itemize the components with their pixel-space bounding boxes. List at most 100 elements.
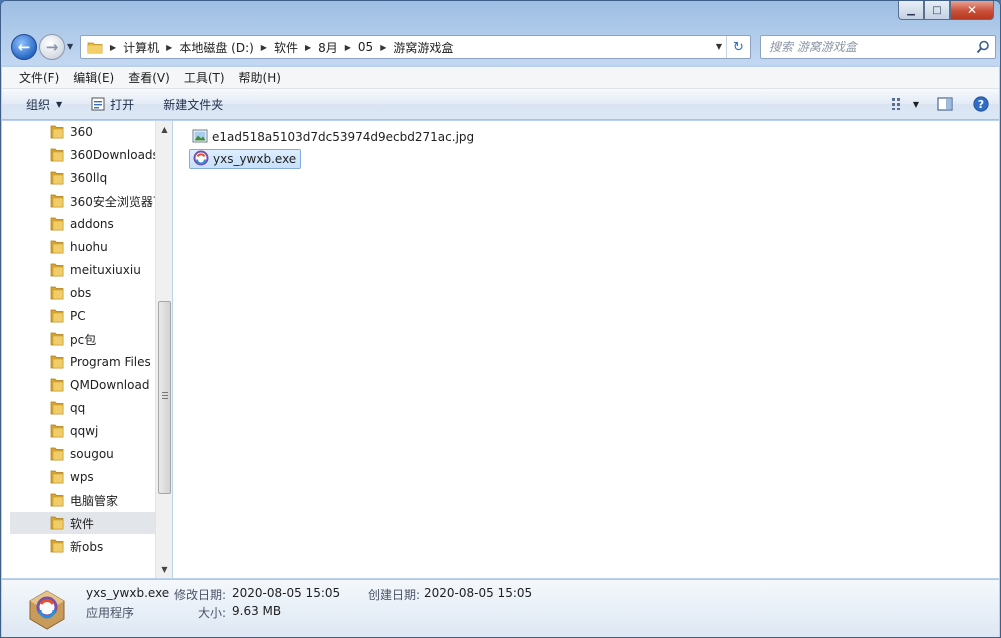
open-label: 打开 (110, 97, 135, 112)
detail-size-label: 大小: (198, 606, 227, 620)
tree-item-label: 360Downloads (70, 148, 156, 162)
back-button[interactable]: ← (11, 34, 37, 60)
chevron-right-icon[interactable]: ▶ (302, 43, 314, 52)
exe-file-icon (193, 150, 209, 169)
tree-item[interactable]: 360 (10, 121, 156, 143)
detail-modified-value: 2020-08-05 15:05 (232, 586, 341, 600)
chevron-right-icon[interactable]: ▶ (163, 43, 175, 52)
tree-item[interactable]: wps (10, 466, 156, 488)
folder-icon (50, 284, 64, 303)
tree-item-label: huohu (70, 240, 108, 254)
help-icon: ? (973, 96, 989, 112)
breadcrumb-item[interactable]: 计算机 (119, 39, 163, 56)
new-folder-button[interactable]: 新建文件夹 (143, 89, 232, 119)
tree-scrollbar[interactable]: ▲ ▼ (155, 121, 172, 578)
tree-item[interactable]: meituxiuxiu (10, 259, 156, 281)
menu-file[interactable]: 文件(F) (12, 69, 66, 86)
file-item[interactable]: yxs_ywxb.exe (189, 149, 302, 169)
folder-icon (50, 261, 64, 280)
tree-item[interactable]: sougou (10, 443, 156, 465)
tree-item[interactable]: qq (10, 397, 156, 419)
tree-item-label: obs (70, 286, 92, 300)
address-bar[interactable]: ▶ 计算机 ▶ 本地磁盘 (D:) ▶ 软件 ▶ 8月 ▶ 05 ▶ 游窝游戏盒… (80, 35, 751, 59)
chevron-down-icon: ▼ (912, 99, 920, 109)
folder-icon (50, 491, 64, 510)
menu-edit[interactable]: 编辑(E) (66, 69, 121, 86)
menu-tools[interactable]: 工具(T) (177, 69, 232, 86)
folder-icon (50, 238, 64, 257)
tree-item[interactable]: obs (10, 282, 156, 304)
menu-bar: 文件(F) 编辑(E) 查看(V) 工具(T) 帮助(H) (2, 67, 999, 89)
detail-created-label: 创建日期: (368, 588, 421, 602)
recent-pages-dropdown[interactable]: ▼ (67, 42, 73, 51)
tree-item-label: addons (70, 217, 114, 231)
folder-icon (50, 376, 64, 395)
tree-item-label: 新obs (70, 539, 104, 554)
tree-item-label: 360llq (70, 171, 108, 185)
organize-button[interactable]: 组织 ▼ (2, 89, 71, 119)
caption-buttons: ▁ □ ✕ (898, 1, 994, 20)
tree-item[interactable]: 新obs (10, 535, 156, 557)
breadcrumb-item[interactable]: 游窝游戏盒 (389, 39, 457, 56)
folder-icon (50, 468, 64, 487)
tree-item-label: wps (70, 470, 94, 484)
address-history-dropdown[interactable]: ▼ (716, 42, 722, 51)
refresh-icon[interactable]: ↻ (726, 36, 750, 58)
help-button[interactable]: ? (963, 89, 999, 119)
open-icon (91, 97, 105, 111)
breadcrumb-item[interactable]: 本地磁盘 (D:) (175, 39, 257, 56)
tree-item[interactable]: huohu (10, 236, 156, 258)
tree-item-label: 360 (70, 125, 93, 139)
tree-item-label: qq (70, 401, 86, 415)
maximize-button[interactable]: □ (924, 1, 950, 20)
minimize-button[interactable]: ▁ (898, 1, 924, 20)
command-bar: 组织 ▼ 打开 新建文件夹 ▼ ? (2, 89, 999, 120)
breadcrumb-item[interactable]: 8月 (314, 39, 342, 56)
tree-item-label: 软件 (70, 516, 95, 531)
scroll-up-icon[interactable]: ▲ (156, 121, 173, 138)
tree-item[interactable]: Program Files (10, 351, 156, 373)
chevron-right-icon[interactable]: ▶ (107, 43, 119, 52)
search-icon[interactable] (976, 40, 990, 54)
preview-pane-icon (937, 97, 953, 111)
chevron-right-icon[interactable]: ▶ (258, 43, 270, 52)
folder-icon (50, 353, 64, 372)
folder-icon (50, 399, 64, 418)
tree-item-label: PC (70, 309, 86, 323)
tree-item[interactable]: 360Downloads (10, 144, 156, 166)
tree-item[interactable]: 360安全浏览器下载 (10, 190, 156, 212)
search-input[interactable] (761, 36, 961, 58)
file-item[interactable]: e1ad518a5103d7dc53974d9ecbd271ac.jpg (189, 127, 478, 147)
explorer-window: ▁ □ ✕ ← → ▼ ▶ 计算机 ▶ 本地磁盘 (D:) ▶ 软件 ▶ 8月 … (0, 0, 1001, 638)
open-button[interactable]: 打开 (71, 89, 143, 119)
chevron-right-icon[interactable]: ▶ (342, 43, 354, 52)
menu-help[interactable]: 帮助(H) (232, 69, 288, 86)
breadcrumb-item[interactable]: 05 (354, 40, 377, 54)
tree-item[interactable]: 软件 (10, 512, 156, 534)
preview-pane-button[interactable] (927, 89, 963, 119)
detail-file-type: 应用程序 (86, 606, 135, 620)
folder-icon (50, 537, 64, 556)
forward-button[interactable]: → (39, 34, 65, 60)
tree-item[interactable]: PC (10, 305, 156, 327)
scrollbar-thumb[interactable] (158, 301, 171, 494)
details-pane: yxs_ywxb.exe 应用程序 修改日期: 2020-08-05 15:05… (2, 579, 999, 637)
scroll-down-icon[interactable]: ▼ (156, 561, 173, 578)
tree-item[interactable]: pc包 (10, 328, 156, 350)
menu-view[interactable]: 查看(V) (121, 69, 177, 86)
breadcrumb-item[interactable]: 软件 (270, 39, 302, 56)
tree-item[interactable]: addons (10, 213, 156, 235)
tree-item-label: 电脑管家 (70, 493, 119, 508)
view-options-button[interactable]: ▼ (883, 89, 927, 119)
chevron-right-icon[interactable]: ▶ (377, 43, 389, 52)
tree-item[interactable]: qqwj (10, 420, 156, 442)
tree-item[interactable]: QMDownload (10, 374, 156, 396)
tree-item[interactable]: 360llq (10, 167, 156, 189)
folder-icon (50, 445, 64, 464)
tree-item[interactable]: 电脑管家 (10, 489, 156, 511)
close-button[interactable]: ✕ (950, 1, 994, 20)
organize-label: 组织 (26, 97, 51, 112)
folder-icon (50, 123, 64, 142)
folder-icon (50, 169, 64, 188)
folder-icon (50, 422, 64, 441)
